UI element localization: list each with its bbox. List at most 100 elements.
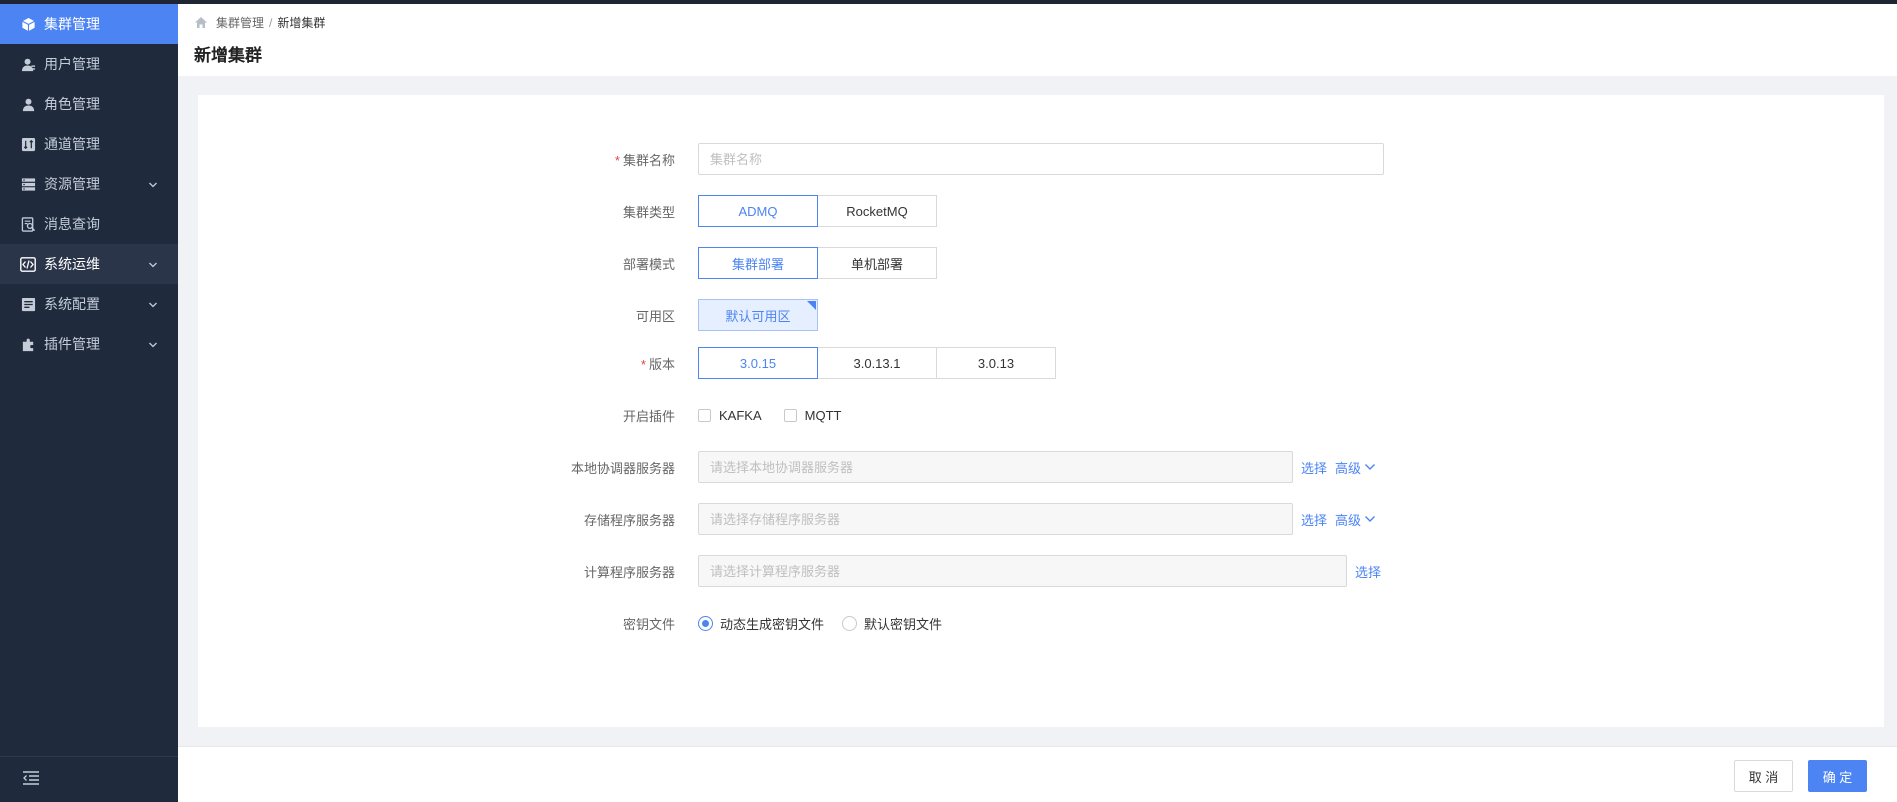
chevron-down-icon bbox=[148, 297, 158, 313]
storage-server-select-link[interactable]: 选择 bbox=[1301, 510, 1327, 529]
storage-server-advanced-link[interactable]: 高级 bbox=[1335, 510, 1376, 529]
home-icon[interactable] bbox=[194, 16, 208, 29]
row-plugins: 开启插件 KAFKA MQTT bbox=[198, 399, 1884, 431]
row-compute-server: 计算程序服务器 选择 bbox=[198, 555, 1884, 587]
row-deploy-mode: 部署模式 集群部署 单机部署 bbox=[198, 247, 1884, 279]
radio-dot[interactable] bbox=[842, 615, 858, 631]
sidebar-footer bbox=[0, 756, 178, 802]
plugin-kafka-checkbox[interactable]: KAFKA bbox=[698, 408, 762, 423]
role-icon bbox=[20, 96, 36, 112]
row-local-coordinator: 本地协调器服务器 选择 高级 bbox=[198, 451, 1884, 483]
sidebar-item-resources[interactable]: 资源管理 bbox=[0, 164, 178, 204]
selected-corner-icon bbox=[807, 301, 816, 310]
radio-dot[interactable] bbox=[698, 615, 713, 631]
label-cluster-type: 集群类型 bbox=[622, 204, 675, 220]
server-icon bbox=[20, 176, 36, 192]
zone-option-default[interactable]: 默认可用区 bbox=[698, 299, 818, 331]
cancel-button[interactable]: 取 消 bbox=[1734, 760, 1793, 792]
local-coordinator-select-link[interactable]: 选择 bbox=[1301, 458, 1327, 477]
breadcrumb: 集群管理 / 新增集群 bbox=[194, 14, 325, 31]
puzzle-icon bbox=[20, 336, 36, 352]
sidebar-item-channels[interactable]: 通道管理 bbox=[0, 124, 178, 164]
sidebar-item-label: 通道管理 bbox=[44, 136, 100, 152]
form-card: *集群名称 集群类型 ADMQ RocketMQ 部署模式 集群部署 单机部署 … bbox=[198, 95, 1884, 727]
sidebar-item-label: 消息查询 bbox=[44, 216, 100, 232]
row-key-file: 密钥文件 动态生成密钥文件 默认密钥文件 bbox=[198, 607, 1884, 639]
action-footer: 取 消 确 定 bbox=[178, 746, 1897, 802]
cube-icon bbox=[20, 16, 36, 32]
sidebar-item-label: 系统运维 bbox=[44, 256, 100, 272]
sidebar-item-label: 资源管理 bbox=[44, 176, 100, 192]
key-file-radio-default[interactable]: 默认密钥文件 bbox=[842, 614, 942, 633]
cluster-type-segment: ADMQ RocketMQ bbox=[698, 195, 937, 227]
version-segment: 3.0.15 3.0.13.1 3.0.13 bbox=[698, 347, 1056, 379]
local-coordinator-input[interactable] bbox=[698, 451, 1293, 483]
sidebar-item-users[interactable]: 用户管理 bbox=[0, 44, 178, 84]
required-mark: * bbox=[614, 152, 620, 168]
row-cluster-type: 集群类型 ADMQ RocketMQ bbox=[198, 195, 1884, 227]
key-file-radio-dynamic[interactable]: 动态生成密钥文件 bbox=[698, 614, 824, 633]
checkbox-box[interactable] bbox=[698, 408, 711, 422]
breadcrumb-separator: / bbox=[269, 15, 273, 30]
label-compute-server: 计算程序服务器 bbox=[583, 564, 675, 580]
top-bar bbox=[0, 0, 1897, 4]
deploy-mode-segment: 集群部署 单机部署 bbox=[698, 247, 937, 279]
search-doc-icon bbox=[20, 216, 36, 232]
sidebar-item-roles[interactable]: 角色管理 bbox=[0, 84, 178, 124]
version-option-3-0-13[interactable]: 3.0.13 bbox=[936, 347, 1056, 379]
deploy-mode-option-standalone[interactable]: 单机部署 bbox=[817, 247, 937, 279]
label-local-coordinator: 本地协调器服务器 bbox=[570, 460, 675, 476]
row-version: * 版本 3.0.15 3.0.13.1 3.0.13 bbox=[198, 347, 1884, 379]
label-deploy-mode: 部署模式 bbox=[622, 256, 675, 272]
row-zone: 可用区 默认可用区 bbox=[198, 299, 1884, 331]
label-key-file: 密钥文件 bbox=[622, 616, 675, 632]
chevron-down-icon bbox=[148, 177, 158, 193]
version-option-3-0-15[interactable]: 3.0.15 bbox=[698, 347, 818, 379]
cluster-type-option-admq[interactable]: ADMQ bbox=[698, 195, 818, 227]
version-option-3-0-13-1[interactable]: 3.0.13.1 bbox=[817, 347, 937, 379]
channel-icon bbox=[20, 136, 36, 152]
row-cluster-name: * 集群名称 bbox=[198, 143, 1884, 175]
sidebar-item-cluster[interactable]: 集群管理 bbox=[0, 4, 178, 44]
sidebar-item-messages[interactable]: 消息查询 bbox=[0, 204, 178, 244]
label-zone: 可用区 bbox=[635, 308, 675, 324]
sidebar-item-plugins[interactable]: 插件管理 bbox=[0, 324, 178, 364]
storage-server-input[interactable] bbox=[698, 503, 1293, 535]
label-version: * 版本 bbox=[640, 356, 675, 372]
required-mark: * bbox=[640, 356, 646, 372]
sidebar-item-config[interactable]: 系统配置 bbox=[0, 284, 178, 324]
sidebar-item-label: 插件管理 bbox=[44, 336, 100, 352]
label-plugins: 开启插件 bbox=[622, 408, 675, 424]
row-storage-server: 存储程序服务器 选择 高级 bbox=[198, 503, 1884, 535]
zone-option-label: 默认可用区 bbox=[725, 308, 791, 324]
sidebar-item-label: 集群管理 bbox=[44, 16, 100, 32]
sidebar: 集群管理 用户管理 角色管理 通道管理 资源管理 消息查询 系统运维 系统配置 … bbox=[0, 4, 178, 802]
collapse-menu-icon[interactable] bbox=[22, 770, 40, 789]
label-cluster-name: * 集群名称 bbox=[614, 152, 675, 168]
breadcrumb-parent[interactable]: 集群管理 bbox=[216, 14, 264, 31]
deploy-mode-option-cluster[interactable]: 集群部署 bbox=[698, 247, 818, 279]
plugin-mqtt-checkbox[interactable]: MQTT bbox=[783, 408, 841, 423]
code-icon bbox=[20, 256, 36, 272]
page-title: 新增集群 bbox=[194, 46, 262, 65]
compute-server-select-link[interactable]: 选择 bbox=[1355, 562, 1381, 581]
config-icon bbox=[20, 296, 36, 312]
sidebar-item-ops[interactable]: 系统运维 bbox=[0, 244, 178, 284]
chevron-down-icon bbox=[1365, 464, 1376, 470]
label-storage-server: 存储程序服务器 bbox=[583, 512, 675, 528]
sidebar-item-label: 角色管理 bbox=[44, 96, 100, 112]
sidebar-item-label: 用户管理 bbox=[44, 56, 100, 72]
page-header: 集群管理 / 新增集群 新增集群 bbox=[178, 4, 1897, 76]
compute-server-input[interactable] bbox=[698, 555, 1347, 587]
chevron-down-icon bbox=[1365, 516, 1376, 522]
local-coordinator-advanced-link[interactable]: 高级 bbox=[1335, 458, 1376, 477]
chevron-down-icon bbox=[148, 337, 158, 353]
user-icon bbox=[20, 56, 36, 72]
cluster-type-option-rocketmq[interactable]: RocketMQ bbox=[817, 195, 937, 227]
cluster-name-input[interactable] bbox=[698, 143, 1384, 175]
confirm-button[interactable]: 确 定 bbox=[1808, 760, 1867, 792]
checkbox-box[interactable] bbox=[783, 408, 797, 422]
chevron-down-icon bbox=[148, 257, 158, 273]
sidebar-item-label: 系统配置 bbox=[44, 296, 100, 312]
breadcrumb-current: 新增集群 bbox=[277, 16, 326, 30]
